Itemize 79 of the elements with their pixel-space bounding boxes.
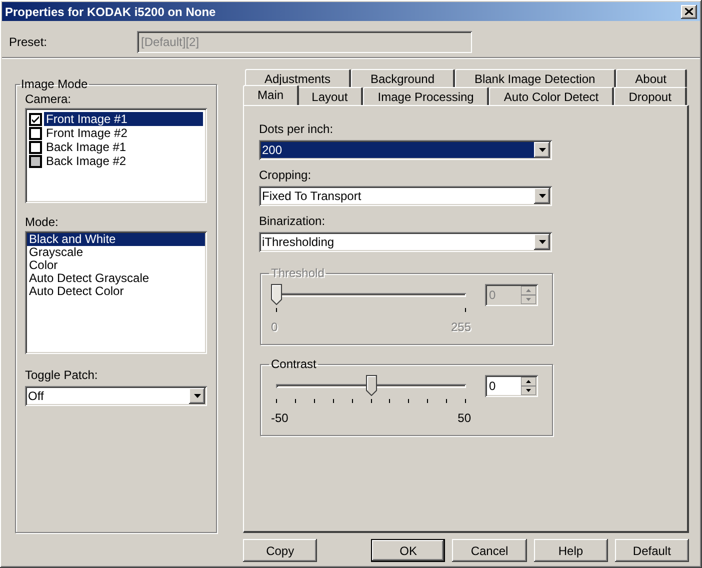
tick-mark: [370, 399, 372, 403]
field-label: Binarization:: [259, 213, 326, 230]
tick-mark: [427, 399, 428, 403]
caret-down-icon: [194, 394, 200, 398]
dropdown-field[interactable]: iThresholding: [259, 232, 552, 252]
checkbox[interactable]: [29, 112, 42, 126]
dialog-button[interactable]: Copy: [243, 539, 318, 562]
min-label: 0: [271, 319, 278, 336]
checkbox[interactable]: [29, 126, 42, 140]
spin-down-icon[interactable]: [521, 386, 536, 395]
tab[interactable]: Image Processing: [363, 87, 490, 105]
dropdown-field[interactable]: Off: [25, 386, 207, 406]
dialog-button[interactable]: OK: [371, 539, 446, 562]
tick-mark: [408, 399, 410, 403]
max-label: 255: [450, 319, 471, 336]
max-label: 50: [458, 410, 471, 427]
spin-value: 0: [488, 287, 497, 304]
dropdown-field[interactable]: Fixed To Transport: [259, 186, 552, 206]
mode-list[interactable]: Black and White Grayscale Color Auto Detect Grayscale Auto Detect Color: [25, 231, 207, 354]
tab[interactable]: Layout: [297, 87, 364, 105]
tick-mark: [276, 308, 277, 312]
dropdown-value: Fixed To Transport: [261, 188, 362, 204]
spin-value: 0: [488, 378, 497, 395]
checkbox[interactable]: [29, 140, 42, 154]
checkmark-icon: [32, 116, 39, 122]
list-item[interactable]: Grayscale: [27, 246, 205, 259]
spin-field[interactable]: 0: [485, 375, 538, 397]
slider-thumb[interactable]: [366, 375, 376, 396]
tab[interactable]: Auto Color Detect: [489, 87, 614, 105]
list-item[interactable]: Color: [27, 259, 205, 272]
list-item[interactable]: Front Image #2: [44, 126, 203, 140]
group-title: Image Mode: [20, 76, 89, 93]
dialog-button[interactable]: Default: [614, 539, 690, 562]
tick-mark: [465, 308, 466, 312]
dropdown-value: 200: [261, 142, 534, 158]
dropdown-arrow-button[interactable]: [534, 188, 550, 204]
tab[interactable]: Dropout: [614, 87, 687, 105]
dropdown-arrow-button[interactable]: [534, 234, 550, 250]
tick-mark: [446, 399, 448, 403]
list-item[interactable]: Auto Detect Color: [27, 285, 205, 298]
dropdown-arrow-button[interactable]: [189, 388, 205, 404]
min-label: -50: [271, 410, 288, 427]
caret-down-icon: [538, 240, 546, 244]
close-button[interactable]: [681, 4, 697, 18]
list-item[interactable]: Black and White: [27, 233, 205, 246]
toggle-patch-label: Toggle Patch:: [25, 367, 99, 384]
tab[interactable]: Blank Image Detection: [454, 69, 616, 87]
field-label: Cropping:: [259, 167, 312, 184]
list-item[interactable]: Front Image #1: [44, 112, 203, 126]
caret-down-icon: [538, 194, 546, 198]
dialog-button[interactable]: Cancel: [452, 539, 527, 562]
preset-label: Preset:: [9, 34, 48, 50]
dropdown-value: Off: [27, 388, 45, 404]
dropdown-arrow-button[interactable]: [534, 142, 550, 158]
tab[interactable]: Main: [243, 85, 300, 105]
mode-label: Mode:: [25, 214, 60, 231]
group-title: Threshold: [270, 265, 326, 282]
tab[interactable]: Adjustments: [245, 69, 351, 87]
spin-up-icon[interactable]: [521, 377, 536, 386]
camera-label: Camera:: [25, 91, 72, 108]
tick-mark: [465, 399, 466, 403]
dropdown-value: iThresholding: [261, 234, 336, 250]
tab[interactable]: About: [616, 69, 687, 87]
group-title: Contrast: [270, 356, 318, 373]
list-item[interactable]: Back Image #1: [44, 140, 203, 154]
list-item[interactable]: Auto Detect Grayscale: [27, 272, 205, 285]
tick-mark: [389, 399, 390, 403]
tick-mark: [276, 399, 277, 403]
tick-mark: [352, 399, 353, 403]
window-title: Properties for KODAK i5200 on None: [5, 4, 216, 20]
dropdown-field[interactable]: 200: [259, 140, 552, 160]
tick-mark: [332, 399, 334, 403]
caret-down-icon: [538, 148, 546, 152]
field-label: Dots per inch:: [259, 121, 334, 138]
tick-mark: [314, 399, 315, 403]
tab[interactable]: Background: [350, 69, 455, 87]
close-icon: [685, 8, 693, 15]
tick-mark: [294, 399, 296, 403]
dialog-button[interactable]: Help: [534, 539, 608, 562]
